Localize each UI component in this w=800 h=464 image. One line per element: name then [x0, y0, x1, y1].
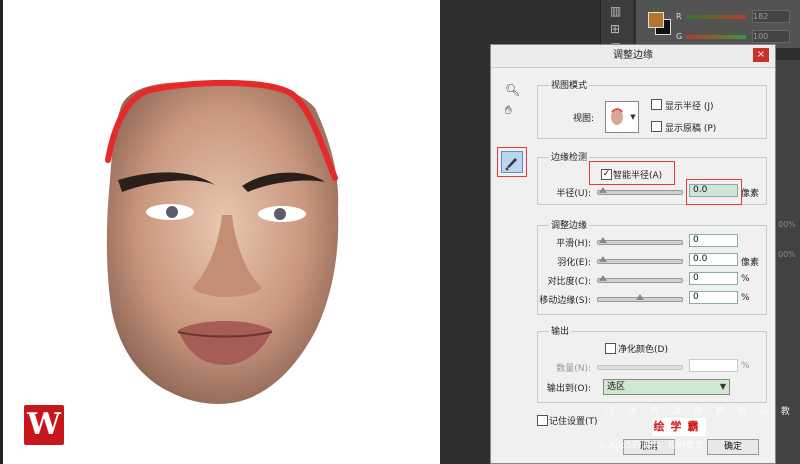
shift-edge-unit: %	[741, 293, 750, 303]
contrast-slider[interactable]	[597, 278, 683, 283]
radius-slider[interactable]	[597, 190, 683, 195]
hand-tool-icon[interactable]: ✋︎	[505, 103, 512, 118]
foreground-color-swatch[interactable]	[648, 12, 664, 28]
history-icon[interactable]: ▥	[610, 4, 621, 18]
right-panel-percent-2: 00%	[778, 250, 796, 259]
output-to-value: 选区	[607, 382, 626, 392]
contrast-label: 对比度(C):	[547, 277, 591, 287]
view-thumbnail[interactable]	[605, 101, 629, 133]
contrast-slider-thumb[interactable]	[599, 275, 607, 281]
amount-unit: %	[741, 361, 750, 371]
dialog-title: 调整边缘	[613, 50, 653, 61]
feather-slider-thumb[interactable]	[599, 256, 607, 262]
r-channel-label: R	[676, 12, 682, 21]
g-slider[interactable]	[686, 35, 746, 39]
zoom-tool-icon[interactable]: 🔍︎	[505, 83, 520, 97]
smooth-label: 平滑(H):	[556, 239, 591, 249]
watermark-brand: 绘学霸	[652, 418, 706, 436]
g-channel-label: G	[676, 32, 683, 41]
amount-input[interactable]	[689, 359, 738, 372]
logo-letter: W	[27, 407, 61, 442]
brand-logo: W	[24, 405, 64, 445]
smooth-slider[interactable]	[597, 240, 683, 245]
output-title: 输出	[549, 324, 572, 337]
dialog-titlebar[interactable]: 调整边缘 ×	[491, 45, 775, 68]
right-panel-percent-1: 00%	[778, 220, 796, 229]
ok-button[interactable]: 确定	[707, 439, 759, 455]
view-label: 视图:	[573, 114, 595, 124]
document-canvas[interactable]: W	[0, 0, 440, 464]
decontaminate-checkbox[interactable]	[605, 343, 616, 354]
radius-slider-thumb[interactable]	[599, 187, 607, 193]
smooth-slider-thumb[interactable]	[599, 237, 607, 243]
face-cutout-image	[105, 79, 339, 404]
brush-highlight-box	[497, 147, 527, 177]
r-slider[interactable]	[686, 15, 746, 19]
r-value-field[interactable]: 182	[752, 10, 790, 23]
close-icon[interactable]: ×	[753, 48, 769, 62]
refine-edge-dialog: 调整边缘 × 🔍︎ ✋︎ 视图模式 视图: ▼ 显示半径 (J) 显示原稿 (P…	[490, 44, 776, 464]
view-mode-title: 视图模式	[549, 78, 590, 91]
g-value-field[interactable]: 100	[752, 30, 790, 43]
radius-label: 半径(U):	[556, 189, 591, 199]
remember-settings-checkbox[interactable]	[537, 415, 548, 426]
smooth-input[interactable]: 0	[689, 234, 738, 247]
info-icon[interactable]: ⊞	[610, 22, 620, 36]
adjust-edge-title: 调整边缘	[549, 218, 590, 231]
feather-unit: 像素	[741, 258, 760, 268]
chevron-down-icon: ▼	[719, 382, 726, 391]
amount-slider[interactable]	[597, 365, 683, 370]
show-original-checkbox[interactable]	[651, 121, 662, 132]
radius-unit: 像素	[741, 189, 760, 199]
smart-radius-highlight-box	[589, 161, 675, 185]
contrast-input[interactable]: 0	[689, 272, 738, 285]
edge-detection-title: 边缘检测	[549, 150, 590, 163]
left-iris	[166, 206, 178, 218]
shift-edge-label: 移动边缘(S):	[539, 296, 591, 306]
watermark-line-2: E·App5的课本、视网集合	[600, 441, 704, 451]
shift-edge-input[interactable]: 0	[689, 291, 738, 304]
remember-settings-label: 记住设置(T)	[549, 417, 598, 427]
show-radius-checkbox[interactable]	[651, 99, 662, 110]
decontaminate-label: 净化颜色(D)	[618, 345, 668, 355]
contrast-unit: %	[741, 274, 750, 284]
show-original-label: 显示原稿 (P)	[665, 124, 717, 134]
feather-slider[interactable]	[597, 259, 683, 264]
feather-input[interactable]: 0.0	[689, 253, 738, 266]
amount-label: 数量(N):	[556, 364, 591, 374]
show-radius-label: 显示半径 (J)	[665, 102, 714, 112]
radius-highlight-box	[686, 179, 742, 205]
output-to-label: 输出到(O):	[546, 384, 591, 394]
output-to-select[interactable]: 选区 ▼	[603, 379, 730, 395]
shift-edge-slider-thumb[interactable]	[636, 294, 644, 300]
watermark-line-1: 汉 语 资 源 免 费 精 品 教 程	[606, 407, 800, 417]
feather-label: 羽化(E):	[557, 258, 591, 268]
view-dropdown-arrow-icon[interactable]: ▼	[628, 101, 639, 133]
right-iris	[274, 208, 286, 220]
